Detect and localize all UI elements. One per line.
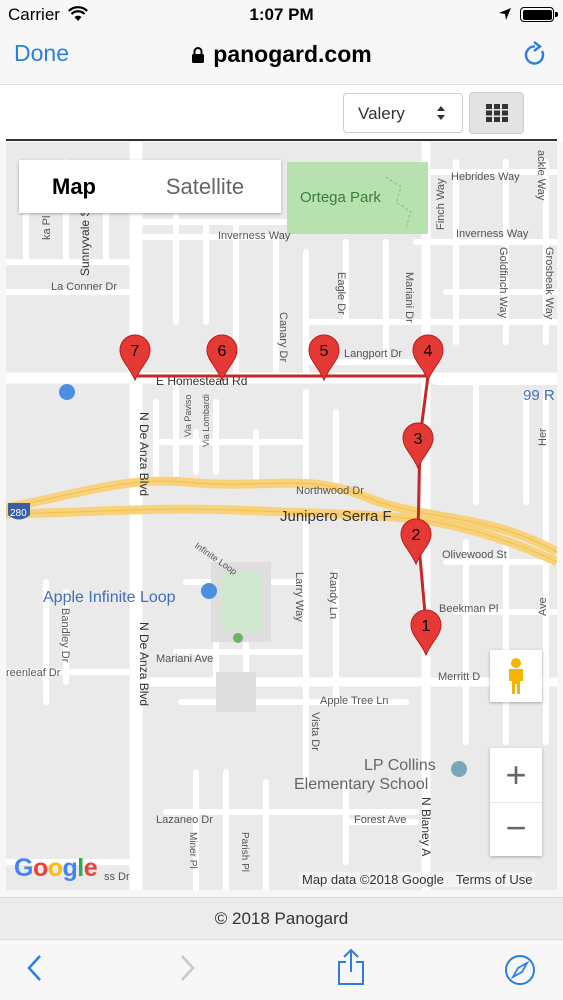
- map-label-mariani-ave: Mariani Ave: [156, 653, 213, 665]
- map-label-hebrides: Hebrides Way: [451, 171, 520, 183]
- map-canvas[interactable]: Ortega Park Hebrides Way Inverness Way I…: [6, 142, 557, 890]
- map-type-map-button[interactable]: Map: [19, 160, 129, 213]
- map-label-beekman: Beekman Pl: [439, 603, 498, 615]
- map-label-inverness-east: Inverness Way: [456, 228, 529, 240]
- zoom-out-button[interactable]: −: [490, 802, 542, 856]
- map-label-via-paviso: Via Paviso: [183, 395, 193, 437]
- forward-icon[interactable]: [180, 954, 196, 982]
- route-marker-1[interactable]: 1: [410, 609, 442, 657]
- map-label-randy: Randy Ln: [327, 572, 339, 619]
- poi-pin-icon: [201, 583, 217, 599]
- map-label-n-de-anza-lower: N De Anza Blvd: [137, 622, 151, 706]
- map-label-la-conner: La Conner Dr: [51, 281, 117, 293]
- map-label-junipero: Junipero Serra F: [280, 508, 392, 525]
- map-label-n-blaney: N Blaney A: [419, 797, 433, 856]
- map-type-control: Map Satellite: [19, 160, 281, 213]
- compass-icon[interactable]: [504, 954, 536, 986]
- map-label-canary: Canary Dr: [277, 312, 289, 362]
- google-logo-letter: o: [32, 854, 48, 882]
- back-icon[interactable]: [26, 954, 42, 982]
- status-bar: Carrier 1:07 PM: [0, 0, 563, 30]
- marker-label: 3: [414, 431, 423, 448]
- status-time: 1:07 PM: [249, 5, 314, 24]
- lock-icon: [192, 47, 205, 63]
- map-type-satellite-button[interactable]: Satellite: [129, 160, 281, 213]
- toolbar-divider: [6, 139, 557, 141]
- grid-icon: [486, 104, 508, 122]
- map-label-route-99: 99 R: [523, 387, 555, 404]
- google-logo-letter: o: [47, 854, 63, 882]
- zoom-control: + −: [490, 748, 542, 856]
- terms-of-use-link[interactable]: Terms of Use: [456, 872, 533, 887]
- map-label-bandley: Bandley Dr: [59, 608, 71, 663]
- browser-bottom-bar: [0, 939, 563, 1000]
- map-label-ka-pl: ka Pl: [41, 216, 53, 240]
- marker-label: 4: [424, 343, 433, 360]
- map-label-hackle: ackle Way: [535, 150, 547, 201]
- marker-label: 6: [218, 343, 227, 360]
- map-label-inverness-west: Inverness Way: [218, 230, 291, 242]
- google-logo-letter: g: [62, 854, 78, 882]
- map-label-larry: Larry Way: [293, 572, 305, 622]
- map-label-here: Her: [537, 428, 549, 446]
- location-arrow-icon: [499, 8, 511, 20]
- poi-park-icon: [233, 633, 243, 643]
- marker-label: 7: [131, 343, 140, 360]
- map-label-vista: Vista Dr: [309, 712, 321, 751]
- map-label-olivewood: Olivewood St: [442, 549, 507, 561]
- user-select-value: Valery: [358, 104, 405, 123]
- browser-nav-bar: Done panogard.com: [0, 30, 563, 84]
- google-logo-letter: e: [83, 854, 98, 882]
- url-text: panogard.com: [213, 41, 372, 67]
- copyright-text: © 2018 Panogard: [214, 909, 349, 928]
- share-icon[interactable]: [336, 948, 366, 986]
- map-label-eagle: Eagle Dr: [335, 272, 347, 315]
- map-data-credit: Map data ©2018 Google: [302, 872, 444, 887]
- map-label-forest-ave: Forest Ave: [354, 814, 406, 826]
- map-label-miner: Miner Pl: [187, 832, 198, 869]
- map-label-n-de-anza-upper: N De Anza Blvd: [137, 412, 151, 496]
- reload-icon[interactable]: [522, 40, 548, 68]
- map-view[interactable]: Ortega Park Hebrides Way Inverness Way I…: [6, 142, 557, 890]
- battery-icon: [520, 7, 558, 22]
- map-label-grosbeak: Grosbeak Way: [543, 247, 555, 320]
- map-label-alameda: Ave: [537, 597, 549, 616]
- school-pin-icon: [451, 761, 467, 777]
- map-label-via-lombardi: Via Lombardi: [201, 394, 211, 447]
- pegman-icon: [509, 658, 523, 694]
- poi-pin-icon: [59, 384, 75, 400]
- marker-label: 1: [422, 618, 431, 635]
- interstate-280-label: 280: [10, 508, 27, 519]
- map-label-finch: Finch Way: [435, 178, 447, 230]
- map-label-parish: Parish Pl: [239, 832, 250, 872]
- map-label-mariani-dr: Mariani Dr: [403, 272, 415, 323]
- select-arrows-icon: [437, 106, 445, 120]
- zoom-in-button[interactable]: +: [490, 748, 542, 802]
- marker-label: 5: [320, 343, 329, 360]
- map-label-lp-collins-school: Elementary School: [294, 776, 428, 793]
- map-label-lp-collins: LP Collins: [364, 757, 436, 774]
- map-label-langport: Langport Dr: [344, 348, 402, 360]
- interstate-280-shield: 280: [8, 503, 30, 520]
- map-label-ss-dr: ss Dr: [104, 871, 130, 883]
- user-select[interactable]: Valery: [343, 93, 463, 133]
- google-logo: Google: [14, 854, 98, 883]
- map-label-lazaneo: Lazaneo Dr: [156, 814, 213, 826]
- page-footer: © 2018 Panogard: [0, 897, 563, 939]
- google-logo-letter: G: [14, 854, 33, 882]
- map-label-merritt: Merritt D: [438, 671, 480, 683]
- map-label-goldfinch: Goldfinch Way: [497, 247, 509, 319]
- grid-view-button[interactable]: [469, 92, 524, 134]
- map-label-northwood: Northwood Dr: [296, 485, 364, 497]
- map-label-greenleaf: reenleaf Dr: [6, 667, 61, 679]
- map-label-apple-infinite-loop: Apple Infinite Loop: [43, 589, 176, 606]
- map-attribution: Map data ©2018 Google Terms of Use: [299, 872, 536, 887]
- url-display[interactable]: panogard.com: [0, 41, 563, 68]
- marker-label: 2: [412, 527, 421, 544]
- map-label-ortega-park: Ortega Park: [300, 189, 381, 206]
- street-view-button[interactable]: [490, 650, 542, 702]
- map-label-apple-tree: Apple Tree Ln: [320, 695, 389, 707]
